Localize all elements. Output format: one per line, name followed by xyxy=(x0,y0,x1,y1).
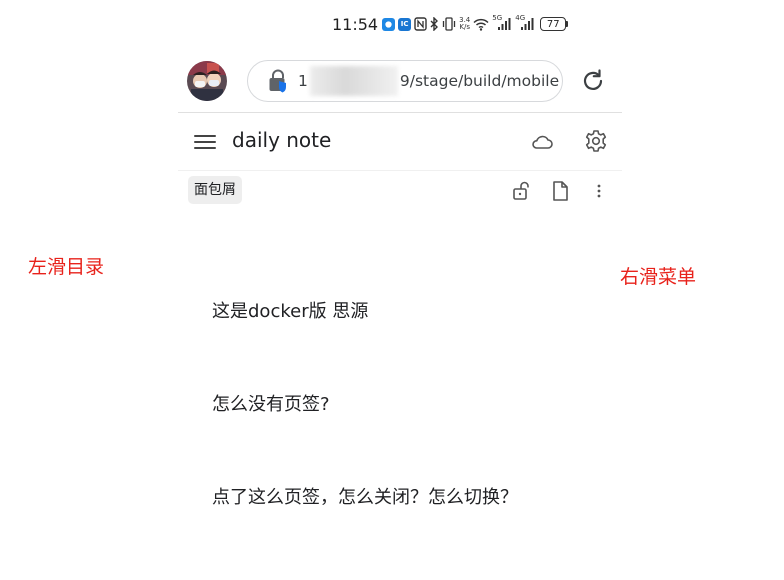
document-icon xyxy=(553,181,568,201)
paragraph-block[interactable]: 点了这么页签，怎么关闭？怎么切换？ xyxy=(212,483,518,509)
page-title: daily note xyxy=(232,128,332,152)
battery-icon: 77 xyxy=(540,17,569,31)
menu-button[interactable] xyxy=(193,130,217,154)
more-vertical-icon xyxy=(597,184,601,198)
more-button[interactable] xyxy=(590,180,608,202)
signal-5g-icon: 5G xyxy=(492,14,512,31)
hamburger-menu-icon xyxy=(194,135,216,149)
nfc-icon xyxy=(414,17,427,31)
annotation-swipe-left: 左滑目录 xyxy=(28,256,105,278)
gear-icon xyxy=(585,130,607,152)
lock-open-icon xyxy=(513,181,529,200)
url-redaction xyxy=(310,66,398,96)
address-bar[interactable]: 1 9/stage/build/mobile xyxy=(247,60,563,102)
signal-4g-label: 4G xyxy=(515,14,526,22)
status-time: 11:54 xyxy=(332,14,379,34)
url-text[interactable]: 1 9/stage/build/mobile xyxy=(298,66,560,96)
settings-button[interactable] xyxy=(584,129,608,153)
paragraph-block[interactable]: 这是docker版 思源 xyxy=(212,297,368,323)
site-security-icon[interactable] xyxy=(266,69,290,93)
url-prefix: 1 xyxy=(298,72,308,90)
bluetooth-icon xyxy=(430,17,439,31)
mobile-screenshot: 11:54 IC 3.4 K/s 5G 4G 77 1 9/stage/buil… xyxy=(0,0,784,580)
battery-level: 77 xyxy=(540,17,567,31)
address-bar-divider xyxy=(178,112,622,113)
cloud-icon xyxy=(532,135,553,149)
url-suffix: 9/stage/build/mobile xyxy=(399,72,560,90)
status-bar: 11:54 IC 3.4 K/s 5G 4G 77 xyxy=(332,13,569,35)
net-speed-unit: K/s xyxy=(459,23,470,31)
reload-icon xyxy=(583,69,603,90)
net-speed: 3.4 K/s xyxy=(459,17,470,31)
avatar[interactable] xyxy=(187,61,227,101)
app-notification-icon xyxy=(382,17,396,31)
toolbar-divider xyxy=(178,170,622,171)
wifi-icon xyxy=(473,18,489,31)
reload-button[interactable] xyxy=(578,66,608,96)
breadcrumb[interactable]: 面包屑 xyxy=(188,176,242,204)
annotation-swipe-right: 右滑菜单 xyxy=(620,266,697,288)
sync-button[interactable] xyxy=(530,131,554,153)
app-notification-2-icon: IC xyxy=(398,17,412,31)
paragraph-block[interactable]: 怎么没有页签? xyxy=(212,390,330,416)
document-info-button[interactable] xyxy=(550,180,570,202)
vibrate-icon xyxy=(442,17,456,31)
signal-5g-label: 5G xyxy=(492,14,503,22)
read-only-toggle-button[interactable] xyxy=(511,180,531,202)
signal-4g-icon: 4G xyxy=(515,14,535,31)
